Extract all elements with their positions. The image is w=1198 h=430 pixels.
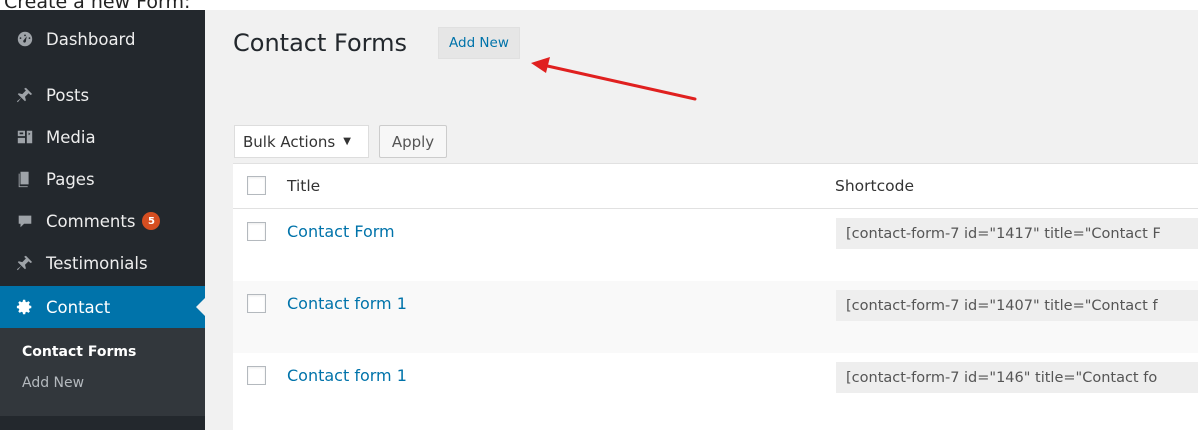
- sidebar-item-label: Pages: [46, 169, 95, 189]
- sidebar-item-label: Testimonials: [46, 253, 148, 273]
- main-content: Contact Forms Add New Bulk Actions ▼ App…: [205, 10, 1198, 430]
- form-title-link[interactable]: Contact form 1: [287, 366, 407, 385]
- row-checkbox[interactable]: [247, 222, 266, 241]
- dropdown-caret-icon: ▼: [343, 136, 351, 147]
- contact-submenu: Contact Forms Add New: [0, 328, 205, 430]
- table-row: Contact form 1 [contact-form-7 id="1407"…: [233, 281, 1198, 353]
- sidebar-item-testimonials[interactable]: Testimonials: [0, 245, 205, 281]
- pushpin-icon: [16, 254, 34, 272]
- sidebar-item-label: Posts: [46, 85, 90, 105]
- sidebar-item-label: Media: [46, 127, 96, 147]
- forms-table: Title Shortcode Contact Form [contact-fo…: [233, 163, 1198, 430]
- sidebar-item-posts[interactable]: Posts: [0, 77, 205, 113]
- sidebar-item-comments[interactable]: Comments 5: [0, 203, 205, 239]
- sidebar-item-media[interactable]: Media: [0, 119, 205, 155]
- select-all-checkbox[interactable]: [247, 176, 266, 195]
- pages-icon: [16, 170, 34, 188]
- submenu-add-new[interactable]: Add New: [22, 375, 84, 391]
- column-title[interactable]: Title: [287, 177, 320, 195]
- apply-button[interactable]: Apply: [379, 125, 447, 158]
- active-pointer: [196, 298, 205, 316]
- pushpin-icon: [16, 86, 34, 104]
- sidebar-item-dashboard[interactable]: Dashboard: [0, 21, 205, 57]
- shortcode-field[interactable]: [contact-form-7 id="1417" title="Contact…: [836, 218, 1198, 249]
- row-checkbox[interactable]: [247, 294, 266, 313]
- gear-icon: [16, 298, 34, 316]
- add-new-button[interactable]: Add New: [438, 27, 520, 59]
- media-icon: [16, 128, 34, 146]
- table-row: Contact Form [contact-form-7 id="1417" t…: [233, 209, 1198, 281]
- table-header: Title Shortcode: [233, 164, 1198, 209]
- shortcode-field[interactable]: [contact-form-7 id="146" title="Contact …: [836, 362, 1198, 393]
- shortcode-field[interactable]: [contact-form-7 id="1407" title="Contact…: [836, 290, 1198, 321]
- comment-icon: [16, 212, 34, 230]
- sidebar-item-label: Contact: [46, 297, 111, 317]
- sidebar-item-pages[interactable]: Pages: [0, 161, 205, 197]
- column-shortcode: Shortcode: [835, 177, 914, 195]
- annotation-arrow: [531, 57, 697, 101]
- table-row: Contact form 1 [contact-form-7 id="146" …: [233, 353, 1198, 425]
- bulk-actions-value: Bulk Actions: [243, 132, 336, 151]
- comment-count-badge: 5: [142, 212, 161, 230]
- bulk-actions-select[interactable]: Bulk Actions ▼: [234, 125, 369, 158]
- row-checkbox[interactable]: [247, 366, 266, 385]
- sidebar-next-item: [0, 416, 205, 430]
- sidebar-item-label: Dashboard: [46, 29, 136, 49]
- form-title-link[interactable]: Contact Form: [287, 222, 395, 241]
- page-title: Contact Forms: [233, 29, 407, 57]
- sidebar-item-contact[interactable]: Contact: [0, 286, 205, 328]
- sidebar-item-label: Comments: [46, 211, 136, 231]
- admin-sidebar: Dashboard Posts Media Pages Comments 5 T…: [0, 10, 205, 430]
- form-title-link[interactable]: Contact form 1: [287, 294, 407, 313]
- dashboard-icon: [16, 30, 34, 48]
- submenu-contact-forms[interactable]: Contact Forms: [22, 344, 136, 360]
